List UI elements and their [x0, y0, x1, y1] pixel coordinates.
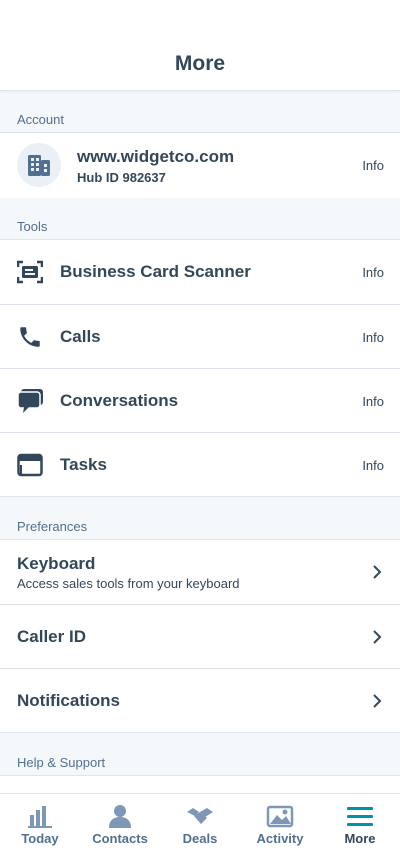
chevron-right-icon: [370, 562, 384, 582]
tool-label: Conversations: [60, 391, 179, 410]
tab-contacts[interactable]: Contacts: [80, 794, 160, 858]
tab-label: More: [344, 831, 376, 846]
pref-row-caller-id[interactable]: Caller ID: [0, 604, 400, 668]
bottom-tab-bar: Today Contacts Deals Activity More: [0, 793, 400, 858]
section-label-tools: Tools: [17, 219, 48, 234]
tool-info-link[interactable]: Info: [362, 394, 384, 409]
account-info-link[interactable]: Info: [362, 158, 384, 173]
pref-row-notifications[interactable]: Notifications: [0, 668, 400, 733]
account-domain: www.widgetco.com: [77, 147, 235, 166]
tab-label: Activity: [256, 831, 304, 846]
tab-label: Contacts: [92, 831, 148, 846]
tool-info-link[interactable]: Info: [362, 458, 384, 473]
tool-info-link[interactable]: Info: [362, 330, 384, 345]
tasks-icon: [17, 453, 43, 482]
tool-row-tasks[interactable]: Tasks Info: [0, 432, 400, 497]
section-label-preferences: Preferances: [17, 519, 88, 534]
menu-icon: [346, 803, 374, 834]
chevron-right-icon: [370, 691, 384, 711]
top-header: More: [0, 0, 400, 91]
pref-label: Caller ID: [17, 627, 86, 646]
tab-deals[interactable]: Deals: [160, 794, 240, 858]
tool-row-business-card-scanner[interactable]: Business Card Scanner Info: [0, 239, 400, 304]
tab-label: Today: [21, 831, 59, 846]
bar-chart-icon: [27, 803, 53, 834]
pref-label: Keyboard: [17, 554, 96, 573]
section-label-account: Account: [17, 112, 64, 127]
activity-icon: [266, 803, 294, 834]
account-hub-id: Hub ID 982637: [77, 170, 166, 185]
phone-icon: [17, 324, 43, 355]
tab-activity[interactable]: Activity: [240, 794, 320, 858]
pref-sublabel: Access sales tools from your keyboard: [17, 576, 240, 591]
handshake-icon: [186, 803, 214, 834]
pref-row-keyboard[interactable]: Keyboard Access sales tools from your ke…: [0, 539, 400, 604]
tool-row-conversations[interactable]: Conversations Info: [0, 368, 400, 432]
pref-label: Notifications: [17, 691, 120, 710]
tool-label: Tasks: [60, 455, 107, 474]
tool-label: Business Card Scanner: [60, 262, 251, 281]
building-icon: [17, 143, 61, 187]
help-row-partial: [0, 775, 400, 793]
tab-more[interactable]: More: [320, 794, 400, 858]
chevron-right-icon: [370, 627, 384, 647]
tool-label: Calls: [60, 327, 101, 346]
page-title: More: [174, 52, 226, 75]
card-scanner-icon: [16, 260, 44, 289]
section-label-help: Help & Support: [17, 755, 106, 770]
chat-icon: [17, 388, 44, 419]
tab-today[interactable]: Today: [0, 794, 80, 858]
tool-row-calls[interactable]: Calls Info: [0, 304, 400, 368]
person-icon: [107, 803, 133, 834]
tab-label: Deals: [182, 831, 218, 846]
account-row[interactable]: www.widgetco.com Hub ID 982637 Info: [0, 132, 400, 198]
tool-info-link[interactable]: Info: [362, 265, 384, 280]
